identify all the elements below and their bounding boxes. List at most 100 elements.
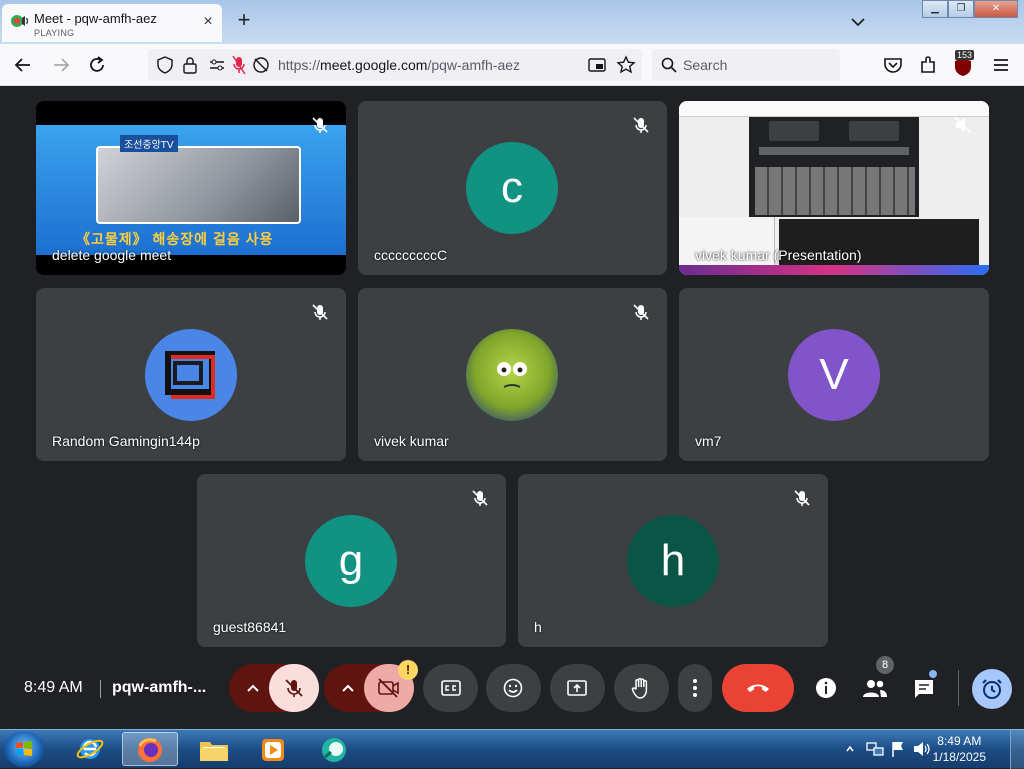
participant-tile[interactable]: c cccccccccC: [358, 101, 667, 275]
meeting-info-icon[interactable]: [815, 677, 837, 699]
participant-tile[interactable]: V vm7: [679, 288, 989, 461]
microphone-control-group: [229, 664, 319, 712]
mic-off-icon: [794, 490, 810, 506]
mic-off-icon: [633, 117, 649, 133]
people-count-badge: 8: [876, 656, 894, 674]
file-explorer-taskbar-button[interactable]: [186, 732, 242, 766]
participant-name: vivek kumar (Presentation): [695, 247, 862, 263]
meeting-code[interactable]: pqw-amfh-...: [112, 679, 206, 697]
minimize-button[interactable]: ▁: [922, 0, 948, 18]
tab-title: Meet - pqw-amfh-aez: [34, 11, 157, 26]
system-date: 1/18/2025: [932, 750, 986, 764]
picture-in-picture-icon[interactable]: [588, 56, 606, 74]
internet-explorer-icon: [76, 739, 104, 759]
reload-icon[interactable]: [86, 54, 108, 76]
forward-icon[interactable]: [50, 54, 72, 76]
participant-name: vivek kumar: [374, 433, 449, 449]
microphone-blocked-icon[interactable]: [232, 55, 246, 75]
chat-icon[interactable]: [912, 677, 936, 701]
participant-avatar-photo: [466, 329, 558, 421]
volume-icon[interactable]: [912, 740, 932, 758]
shield-icon[interactable]: [156, 56, 174, 74]
video-inset-picture: [96, 146, 301, 224]
microphone-toggle-button[interactable]: [269, 664, 319, 712]
lock-icon[interactable]: [182, 56, 198, 74]
internet-explorer-taskbar-button[interactable]: [62, 732, 118, 766]
chat-notification-dot: [929, 670, 937, 678]
restore-button[interactable]: ❐: [948, 0, 974, 18]
list-all-tabs-button[interactable]: [848, 12, 868, 32]
presentation-tile[interactable]: vivek kumar (Presentation): [679, 101, 989, 275]
action-center-flag-icon[interactable]: [890, 740, 906, 758]
leave-call-button[interactable]: [722, 664, 794, 712]
present-screen-icon: [567, 680, 587, 696]
more-vertical-icon: [693, 679, 697, 697]
url-text: https://meet.google.com/pqw-amfh-aez: [278, 57, 521, 73]
captions-button[interactable]: [423, 664, 478, 712]
participant-tile[interactable]: Random Gamingin144p: [36, 288, 346, 461]
participant-name: delete google meet: [52, 247, 172, 263]
network-icon[interactable]: [866, 740, 884, 758]
present-screen-button[interactable]: [550, 664, 605, 712]
extension-badge-count: 153: [955, 50, 975, 60]
mic-off-icon: [312, 304, 328, 320]
participant-name: vm7: [695, 433, 722, 449]
activities-button[interactable]: [972, 669, 1012, 709]
shared-screen-taskbar: [679, 265, 989, 275]
address-bar[interactable]: https://meet.google.com/pqw-amfh-aez: [148, 49, 642, 81]
system-clock[interactable]: 8:49 AM 1/18/2025: [933, 733, 986, 765]
extensions-icon[interactable]: [918, 54, 940, 76]
camera-blocked-icon[interactable]: [252, 56, 270, 74]
participant-tile[interactable]: 조선중앙TV 《고물제》 해송장에 걸음 사용 delete google me…: [36, 101, 346, 275]
menu-hamburger-icon[interactable]: [990, 54, 1012, 76]
permissions-icon[interactable]: [208, 57, 226, 73]
tab-playing-status: PLAYING: [34, 28, 75, 38]
participant-name: cccccccccC: [374, 247, 448, 263]
participant-tile[interactable]: h h: [518, 474, 828, 647]
browser-titlebar: Meet - pqw-amfh-aez PLAYING × + ▁ ❐ ✕: [0, 0, 1024, 44]
show-desktop-button[interactable]: [1010, 730, 1024, 769]
firefox-taskbar-button[interactable]: [122, 732, 178, 766]
emoji-icon: [503, 678, 523, 698]
participant-avatar: h: [627, 515, 719, 607]
more-options-button[interactable]: [678, 664, 712, 712]
media-player-taskbar-button[interactable]: [246, 732, 302, 766]
closed-captions-icon: [441, 680, 461, 696]
participant-avatar: V: [788, 329, 880, 421]
video-channel-logo: 조선중앙TV: [120, 135, 178, 152]
new-tab-button[interactable]: +: [234, 9, 254, 31]
participant-name: Random Gamingin144p: [52, 433, 200, 449]
speaker-playing-icon[interactable]: [10, 13, 29, 27]
search-bar[interactable]: Search: [652, 49, 840, 81]
camera-warning-badge: !: [398, 660, 418, 680]
media-player-icon: [262, 739, 284, 761]
participant-name: h: [534, 619, 542, 635]
chevron-up-icon[interactable]: [340, 680, 356, 696]
meeting-clock: 8:49 AM: [24, 679, 83, 696]
system-time: 8:49 AM: [937, 734, 982, 748]
browser-tab-meet[interactable]: Meet - pqw-amfh-aez PLAYING ×: [2, 4, 222, 42]
start-button[interactable]: [4, 731, 44, 767]
alarm-clock-icon: [982, 679, 1002, 699]
gaming-logo-icon: [165, 351, 215, 399]
show-hidden-icons-chevron-icon[interactable]: [845, 744, 855, 754]
bookmark-star-icon[interactable]: [616, 55, 636, 75]
close-tab-icon[interactable]: ×: [200, 14, 216, 30]
windows-logo-icon: [16, 741, 32, 756]
pocket-icon[interactable]: [882, 54, 904, 76]
divider: [958, 670, 959, 706]
chevron-up-icon[interactable]: [245, 680, 261, 696]
search-icon: [661, 57, 677, 73]
people-icon[interactable]: [862, 677, 888, 699]
reactions-button[interactable]: [486, 664, 541, 712]
mic-off-icon: [285, 679, 303, 697]
participant-tile[interactable]: g guest86841: [197, 474, 506, 647]
windows-taskbar: 8:49 AM 1/18/2025: [0, 729, 1024, 769]
mic-off-icon: [312, 117, 328, 133]
app-taskbar-button[interactable]: [306, 732, 362, 766]
shared-screen-browser-bar: [679, 101, 989, 117]
raise-hand-button[interactable]: [614, 664, 669, 712]
back-icon[interactable]: [12, 54, 34, 76]
participant-tile[interactable]: vivek kumar: [358, 288, 667, 461]
window-close-button[interactable]: ✕: [974, 0, 1018, 18]
